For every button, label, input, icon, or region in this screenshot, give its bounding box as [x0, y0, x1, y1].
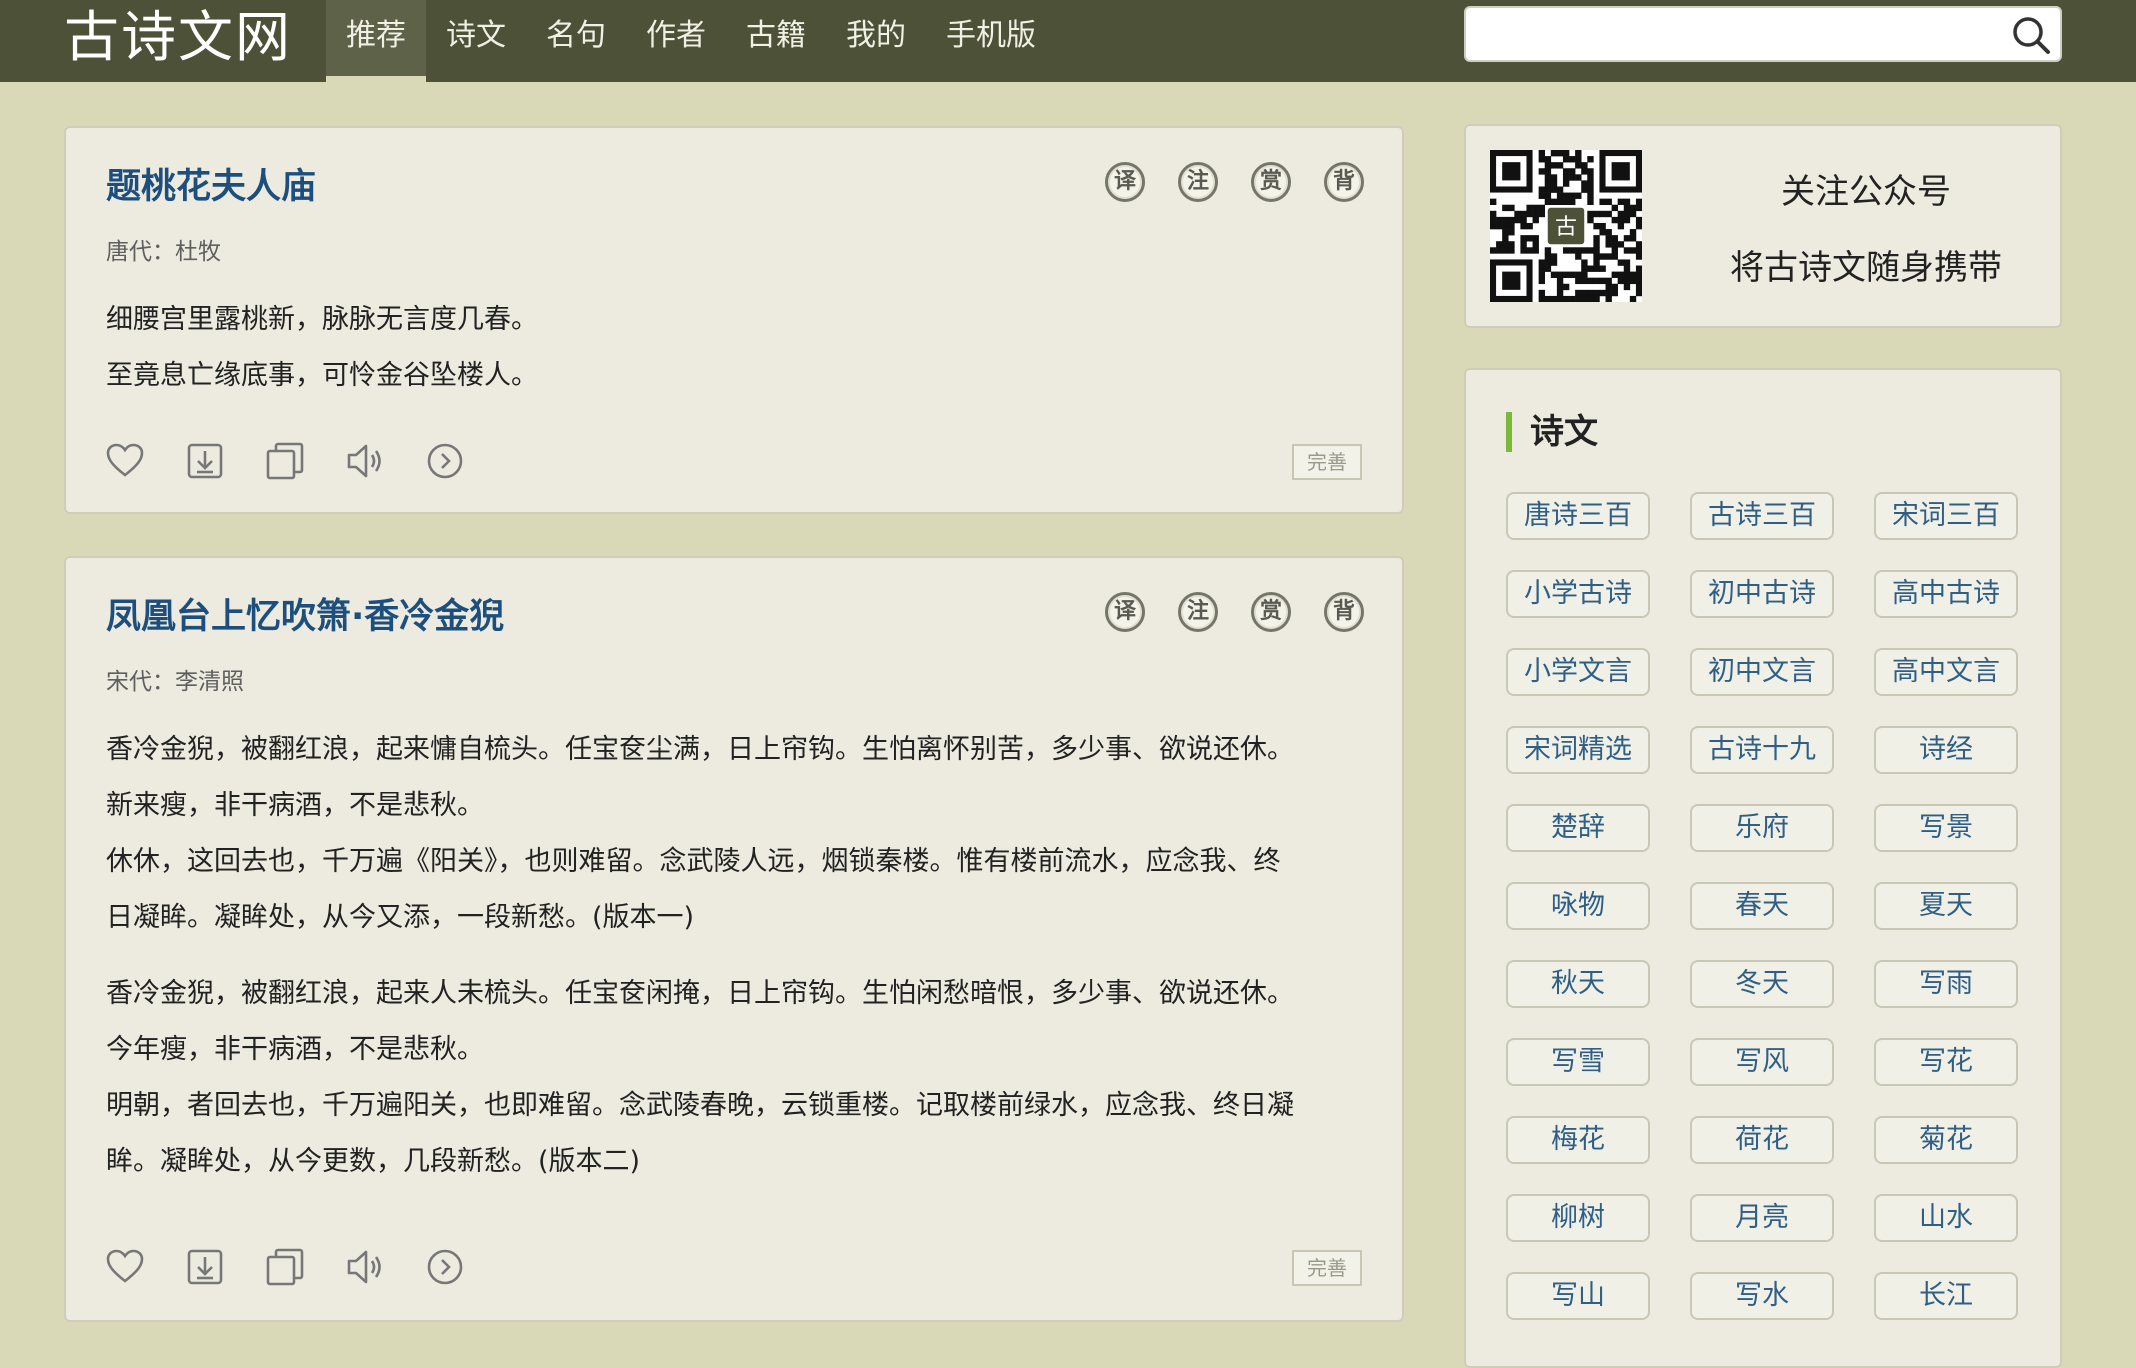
nav-mobile[interactable]: 手机版 [926, 0, 1056, 82]
qr-badge: 古 [1555, 215, 1577, 240]
category-tag[interactable]: 古诗三百 [1690, 492, 1834, 540]
chevron-right-circle-icon[interactable] [426, 442, 464, 480]
follow-slogan-text: 将古诗文随身携带 [1730, 248, 2002, 288]
poem-paragraph: 细腰宫里露桃新，脉脉无言度几春。 至竟息亡缘底事，可怜金谷坠楼人。 [106, 292, 1366, 404]
poem-line: 明朝，者回去也，千万遍阳关，也即难留。念武陵春晚，云锁重楼。记取楼前绿水，应念我… [106, 1090, 1294, 1121]
category-tag[interactable]: 高中文言 [1874, 648, 2018, 696]
category-tag[interactable]: 菊花 [1874, 1116, 2018, 1164]
download-icon[interactable] [186, 442, 224, 480]
heart-icon[interactable] [106, 1248, 144, 1286]
qr-code-icon: 古 [1490, 150, 1642, 302]
site-logo[interactable]: 古诗文网 [64, 0, 292, 74]
category-tag[interactable]: 写景 [1874, 804, 2018, 852]
search-icon[interactable] [2010, 14, 2052, 56]
category-tag[interactable]: 写雪 [1506, 1038, 1650, 1086]
audio-icon[interactable] [346, 442, 384, 480]
recite-button[interactable]: 背 [1324, 162, 1364, 202]
nav-classics[interactable]: 古籍 [726, 0, 826, 82]
category-tag[interactable]: 诗经 [1874, 726, 2018, 774]
poem-title[interactable]: 题桃花夫人庙 [106, 158, 316, 209]
poem-line: 香冷金猊，被翻红浪，起来人未梳头。任宝奁闲掩，日上帘钩。生怕闲愁暗恨，多少事、欲… [106, 978, 1294, 1009]
copy-icon[interactable] [266, 442, 304, 480]
category-tag[interactable]: 初中古诗 [1690, 570, 1834, 618]
poem-tool-row [106, 442, 464, 480]
category-heading: 诗文 [1506, 412, 1598, 452]
poem-card: 凤凰台上忆吹箫·香冷金猊 译 注 赏 背 宋代：李清照 香冷金猊，被翻红浪，起来… [64, 556, 1404, 1322]
poem-paragraph: 香冷金猊，被翻红浪，起来人未梳头。任宝奁闲掩，日上帘钩。生怕闲愁暗恨，多少事、欲… [106, 966, 1366, 1190]
translate-button[interactable]: 译 [1105, 162, 1145, 202]
category-tag[interactable]: 梅花 [1506, 1116, 1650, 1164]
category-tag[interactable]: 高中古诗 [1874, 570, 2018, 618]
heart-icon[interactable] [106, 442, 144, 480]
main-nav: 推荐 诗文 名句 作者 古籍 我的 手机版 [326, 0, 1056, 82]
nav-famous-lines[interactable]: 名句 [526, 0, 626, 82]
category-tag[interactable]: 山水 [1874, 1194, 2018, 1242]
poem-line: 休休，这回去也，千万遍《阳关》，也则难留。念武陵人远，烟锁秦楼。惟有楼前流水，应… [106, 846, 1281, 877]
recite-button[interactable]: 背 [1324, 592, 1364, 632]
appreciate-button[interactable]: 赏 [1251, 592, 1291, 632]
category-tag[interactable]: 写雨 [1874, 960, 2018, 1008]
category-tag[interactable]: 宋词精选 [1506, 726, 1650, 774]
category-card: 诗文 唐诗三百 古诗三百 宋词三百小学古诗 初中古诗 高中古诗小学文言 初中文言 高中文言宋… [1464, 368, 2062, 1368]
poem-source[interactable]: 宋代：李清照 [106, 662, 244, 696]
category-tag[interactable]: 楚辞 [1506, 804, 1650, 852]
category-tag[interactable]: 小学古诗 [1506, 570, 1650, 618]
poem-line: 新来瘦，非干病酒，不是悲秋。 [106, 790, 484, 821]
poem-line: 眸。凝眸处，从今更数，几段新愁。(版本二) [106, 1146, 641, 1177]
poem-actions: 译 注 赏 背 [1105, 162, 1364, 202]
poem-line: 今年瘦，非干病酒，不是悲秋。 [106, 1034, 484, 1065]
poem-paragraph: 香冷金猊，被翻红浪，起来慵自梳头。任宝奁尘满，日上帘钩。生怕离怀别苦，多少事、欲… [106, 722, 1366, 946]
category-tag[interactable]: 古诗十九 [1690, 726, 1834, 774]
follow-account-text: 关注公众号 [1781, 172, 1951, 212]
top-navigation-bar: 古诗文网 推荐 诗文 名句 作者 古籍 我的 手机版 [0, 0, 2136, 82]
poem-content: 香冷金猊，被翻红浪，起来慵自梳头。任宝奁尘满，日上帘钩。生怕离怀别苦，多少事、欲… [106, 722, 1366, 1210]
download-icon[interactable] [186, 1248, 224, 1286]
category-tag[interactable]: 写水 [1690, 1272, 1834, 1320]
category-tag[interactable]: 秋天 [1506, 960, 1650, 1008]
poem-line: 至竟息亡缘底事，可怜金谷坠楼人。 [106, 360, 538, 391]
poem-line: 日凝眸。凝眸处，从今又添，一段新愁。(版本一) [106, 902, 695, 933]
poem-content: 细腰宫里露桃新，脉脉无言度几春。 至竟息亡缘底事，可怜金谷坠楼人。 [106, 292, 1366, 424]
category-tag[interactable]: 长江 [1874, 1272, 2018, 1320]
audio-icon[interactable] [346, 1248, 384, 1286]
category-tag[interactable]: 荷花 [1690, 1116, 1834, 1164]
category-tag[interactable]: 唐诗三百 [1506, 492, 1650, 540]
nav-recommend[interactable]: 推荐 [326, 0, 426, 82]
copy-icon[interactable] [266, 1248, 304, 1286]
wechat-follow-card: 古 关注公众号 将古诗文随身携带 [1464, 124, 2062, 328]
poem-source[interactable]: 唐代：杜牧 [106, 232, 221, 266]
category-tag-grid: 唐诗三百 古诗三百 宋词三百小学古诗 初中古诗 高中古诗小学文言 初中文言 高中文言宋词精选… [1506, 492, 2026, 1320]
poem-card: 题桃花夫人庙 译 注 赏 背 唐代：杜牧 细腰宫里露桃新，脉脉无言度几春。 至竟… [64, 126, 1404, 514]
poem-tool-row [106, 1248, 464, 1286]
appreciate-button[interactable]: 赏 [1251, 162, 1291, 202]
category-tag[interactable]: 柳树 [1506, 1194, 1650, 1242]
improve-button[interactable]: 完善 [1292, 1250, 1362, 1286]
category-tag[interactable]: 小学文言 [1506, 648, 1650, 696]
nav-poems[interactable]: 诗文 [426, 0, 526, 82]
annotate-button[interactable]: 注 [1178, 592, 1218, 632]
category-tag[interactable]: 宋词三百 [1874, 492, 2018, 540]
category-tag[interactable]: 写花 [1874, 1038, 2018, 1086]
poem-line: 细腰宫里露桃新，脉脉无言度几春。 [106, 304, 538, 335]
nav-mine[interactable]: 我的 [826, 0, 926, 82]
category-tag[interactable]: 月亮 [1690, 1194, 1834, 1242]
poem-title[interactable]: 凤凰台上忆吹箫·香冷金猊 [106, 588, 504, 639]
poem-actions: 译 注 赏 背 [1105, 592, 1364, 632]
category-tag[interactable]: 春天 [1690, 882, 1834, 930]
category-tag[interactable]: 写山 [1506, 1272, 1650, 1320]
category-tag[interactable]: 冬天 [1690, 960, 1834, 1008]
search-box [1464, 6, 2062, 62]
nav-authors[interactable]: 作者 [626, 0, 726, 82]
annotate-button[interactable]: 注 [1178, 162, 1218, 202]
category-tag[interactable]: 写风 [1690, 1038, 1834, 1086]
category-tag[interactable]: 初中文言 [1690, 648, 1834, 696]
translate-button[interactable]: 译 [1105, 592, 1145, 632]
poem-line: 香冷金猊，被翻红浪，起来慵自梳头。任宝奁尘满，日上帘钩。生怕离怀别苦，多少事、欲… [106, 734, 1294, 765]
search-input[interactable] [1480, 8, 1984, 62]
category-tag[interactable]: 夏天 [1874, 882, 2018, 930]
chevron-right-circle-icon[interactable] [426, 1248, 464, 1286]
category-tag[interactable]: 乐府 [1690, 804, 1834, 852]
improve-button[interactable]: 完善 [1292, 444, 1362, 480]
category-tag[interactable]: 咏物 [1506, 882, 1650, 930]
